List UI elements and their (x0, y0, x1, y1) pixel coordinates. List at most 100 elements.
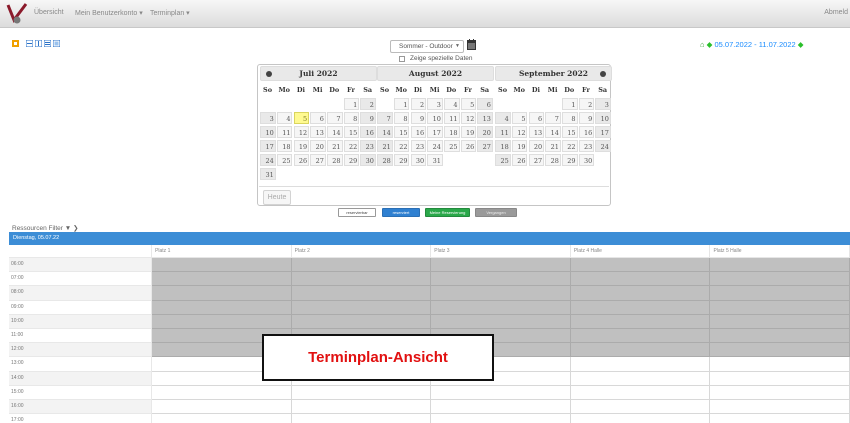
calendar-day[interactable]: 18 (276, 140, 293, 152)
calendar-day[interactable]: 5 (293, 112, 310, 124)
schedule-slot[interactable] (570, 286, 711, 301)
calendar-day[interactable]: 29 (393, 154, 410, 166)
calendar-day[interactable]: 28 (377, 154, 393, 166)
calendar-day[interactable]: 16 (360, 126, 376, 138)
calendar-day[interactable]: 30 (360, 154, 376, 166)
schedule-slot[interactable] (710, 258, 850, 273)
calendar-day[interactable]: 14 (327, 126, 343, 138)
reservable-button[interactable]: reservierbar (338, 208, 376, 217)
schedule-slot[interactable] (570, 399, 711, 415)
calendar-day[interactable]: 30 (578, 154, 595, 166)
calendar-day[interactable]: 30 (410, 154, 427, 166)
calendar-day[interactable]: 11 (444, 112, 460, 124)
schedule-slot[interactable] (570, 300, 711, 315)
calendar-day[interactable]: 27 (477, 140, 493, 152)
schedule-slot[interactable] (570, 357, 711, 372)
calendar-day[interactable]: 20 (310, 140, 326, 152)
schedule-slot[interactable] (570, 314, 711, 329)
calendar-day[interactable]: 4 (495, 112, 511, 124)
calendar-icon[interactable] (467, 39, 476, 50)
calendar-day[interactable]: 21 (545, 140, 561, 152)
view-week-icon[interactable] (44, 40, 51, 47)
calendar-day[interactable]: 9 (410, 112, 427, 124)
calendar-day[interactable]: 19 (293, 140, 310, 152)
schedule-slot[interactable] (710, 286, 850, 301)
calendar-day[interactable]: 5 (460, 98, 477, 110)
calendar-day[interactable]: 3 (260, 112, 276, 124)
calendar-day[interactable]: 13 (528, 126, 545, 138)
schedule-slot[interactable] (710, 357, 850, 372)
calendar-day[interactable]: 23 (578, 140, 595, 152)
schedule-slot[interactable] (710, 371, 850, 386)
calendar-day[interactable]: 8 (343, 112, 360, 124)
calendar-day[interactable]: 16 (578, 126, 595, 138)
calendar-day[interactable]: 7 (377, 112, 393, 124)
nav-item-overview[interactable]: Übersicht (34, 9, 64, 16)
view-list-icon[interactable] (26, 40, 33, 47)
schedule-slot[interactable] (291, 272, 432, 287)
calendar-day[interactable]: 18 (495, 140, 511, 152)
calendar-day[interactable]: 26 (511, 154, 528, 166)
calendar-day[interactable]: 13 (310, 126, 326, 138)
calendar-day[interactable]: 2 (578, 98, 595, 110)
category-select[interactable]: Sommer - Outdoor ▼ (390, 40, 464, 53)
next-month-icon[interactable] (600, 71, 606, 77)
schedule-slot[interactable] (291, 258, 432, 273)
calendar-day[interactable]: 5 (511, 112, 528, 124)
calendar-day[interactable]: 20 (477, 126, 493, 138)
next-arrow-icon[interactable]: ◆ (798, 40, 804, 49)
schedule-slot[interactable] (570, 385, 711, 400)
calendar-day[interactable]: 8 (393, 112, 410, 124)
calendar-day[interactable]: 25 (495, 154, 511, 166)
calendar-day[interactable]: 17 (260, 140, 276, 152)
schedule-slot[interactable] (570, 371, 711, 386)
calendar-day[interactable]: 3 (595, 98, 611, 110)
calendar-day[interactable]: 3 (427, 98, 443, 110)
schedule-slot[interactable] (431, 314, 571, 329)
view-month-icon[interactable] (53, 40, 60, 47)
calendar-day[interactable]: 4 (444, 98, 460, 110)
logo-icon[interactable] (6, 2, 28, 26)
schedule-slot[interactable] (291, 414, 432, 423)
schedule-slot[interactable] (710, 414, 850, 423)
schedule-slot[interactable] (291, 399, 432, 415)
calendar-day[interactable]: 15 (343, 126, 360, 138)
calendar-day[interactable]: 21 (327, 140, 343, 152)
past-button[interactable]: Vergangen (475, 208, 517, 217)
calendar-day[interactable]: 28 (545, 154, 561, 166)
calendar-day[interactable]: 4 (276, 112, 293, 124)
schedule-slot[interactable] (152, 314, 292, 329)
calendar-day[interactable]: 29 (562, 154, 578, 166)
calendar-day[interactable]: 22 (343, 140, 360, 152)
calendar-day[interactable]: 31 (427, 154, 443, 166)
schedule-slot[interactable] (431, 272, 571, 287)
calendar-day[interactable]: 7 (545, 112, 561, 124)
schedule-slot[interactable] (152, 399, 292, 415)
calendar-day[interactable]: 27 (310, 154, 326, 166)
schedule-slot[interactable] (431, 399, 571, 415)
calendar-day[interactable]: 15 (562, 126, 578, 138)
calendar-day[interactable]: 6 (477, 98, 493, 110)
calendar-day[interactable]: 17 (427, 126, 443, 138)
calendar-day[interactable]: 20 (528, 140, 545, 152)
schedule-slot[interactable] (710, 314, 850, 329)
prev-month-icon[interactable] (266, 71, 272, 77)
calendar-day[interactable]: 16 (410, 126, 427, 138)
schedule-slot[interactable] (152, 272, 292, 287)
calendar-day[interactable]: 19 (460, 126, 477, 138)
previous-arrow-icon[interactable]: ◆ (707, 40, 713, 49)
schedule-slot[interactable] (710, 385, 850, 400)
calendar-day[interactable]: 22 (562, 140, 578, 152)
calendar-day[interactable]: 10 (595, 112, 611, 124)
calendar-day[interactable]: 24 (595, 140, 611, 152)
calendar-day[interactable]: 21 (377, 140, 393, 152)
calendar-day[interactable]: 9 (578, 112, 595, 124)
calendar-day[interactable]: 29 (343, 154, 360, 166)
schedule-slot[interactable] (570, 343, 711, 358)
calendar-day[interactable]: 25 (444, 140, 460, 152)
schedule-slot[interactable] (570, 258, 711, 273)
calendar-day[interactable]: 19 (511, 140, 528, 152)
calendar-day[interactable]: 11 (276, 126, 293, 138)
schedule-slot[interactable] (710, 343, 850, 358)
calendar-day[interactable]: 2 (410, 98, 427, 110)
